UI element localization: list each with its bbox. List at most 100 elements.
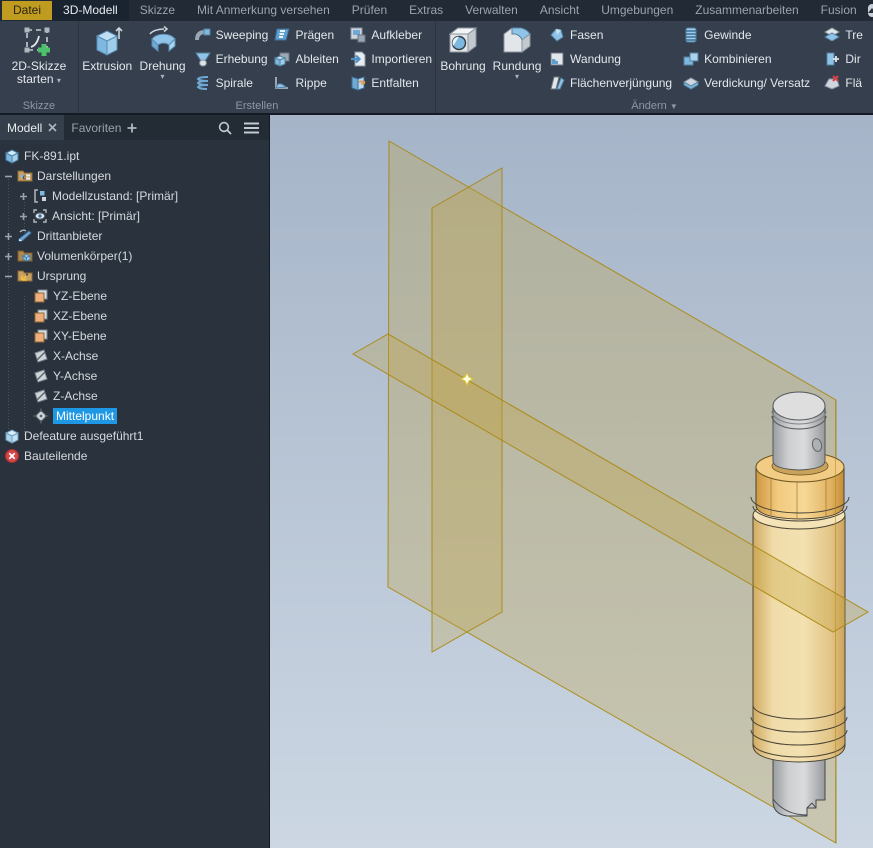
tree-item-xz-ebene[interactable]: XZ-Ebene — [0, 306, 269, 326]
verdickung-versatz-button[interactable]: Verdickung/ Versatz — [678, 71, 819, 95]
tree-item-volumenkoerper[interactable]: Volumenkörper(1) — [0, 246, 269, 266]
fasen-button[interactable]: Fasen — [544, 23, 678, 47]
kombinieren-button[interactable]: Kombinieren — [678, 47, 819, 71]
tree-item-z-achse[interactable]: Z-Achse — [0, 386, 269, 406]
close-icon[interactable] — [48, 123, 57, 132]
group-label-erstellen: Erstellen — [235, 100, 279, 112]
ribbon: 2D-Skizze starten ▾ Skizze Extrusion Dre… — [0, 21, 873, 115]
wandung-label: Wandung — [570, 52, 621, 66]
dropdown-caret-icon: ▾ — [515, 72, 520, 81]
tab-fusion[interactable]: Fusion — [810, 0, 868, 21]
tree-item-ansicht[interactable]: Ansicht: [Primär] — [0, 206, 269, 226]
tree-item-darstellungen[interactable]: Darstellungen — [0, 166, 269, 186]
tab-verwalten[interactable]: Verwalten — [454, 0, 529, 21]
tree-item-label: X-Achse — [53, 349, 99, 363]
rippe-button[interactable]: Rippe — [269, 71, 345, 95]
tab-skizze[interactable]: Skizze — [129, 0, 186, 21]
3d-viewport[interactable] — [270, 115, 873, 848]
tree-item-y-achse[interactable]: Y-Achse — [0, 366, 269, 386]
third-party-icon — [17, 228, 33, 244]
search-icon[interactable] — [218, 121, 232, 135]
browser-tab-modell[interactable]: Modell — [0, 115, 65, 140]
tree-item-document[interactable]: FK-891.ipt — [0, 146, 269, 166]
verdickung-versatz-icon — [682, 74, 700, 92]
tree-item-yz-ebene[interactable]: YZ-Ebene — [0, 286, 269, 306]
file-menu-button[interactable]: Datei — [2, 1, 53, 20]
end-of-part-icon — [4, 448, 20, 464]
tree-item-defeature[interactable]: Defeature ausgeführt1 — [0, 426, 269, 446]
praegen-icon — [273, 26, 291, 44]
start-2d-sketch-button[interactable]: 2D-Skizze starten ▾ — [8, 21, 71, 86]
tree-item-drittanbieter[interactable]: Drittanbieter — [0, 226, 269, 246]
representations-folder-icon — [17, 168, 33, 184]
tab-zusammenarbeiten[interactable]: Zusammenarbeiten — [684, 0, 809, 21]
tab-umgebungen[interactable]: Umgebungen — [590, 0, 684, 21]
entfalten-button[interactable]: Entfalten — [345, 71, 435, 95]
sweeping-button[interactable]: Sweeping — [190, 23, 270, 47]
trennen-icon — [823, 26, 841, 44]
tree-item-bauteilende[interactable]: Bauteilende — [0, 446, 269, 466]
add-tab-icon[interactable] — [127, 123, 137, 133]
center-point-icon — [33, 408, 49, 424]
tree-item-xy-ebene[interactable]: XY-Ebene — [0, 326, 269, 346]
expand-expander-icon[interactable] — [19, 192, 28, 201]
expand-expander-icon[interactable] — [4, 232, 13, 241]
tree-item-x-achse[interactable]: X-Achse — [0, 346, 269, 366]
inventor-window: Datei 3D-Modell Skizze Mit Anmerkung ver… — [0, 0, 873, 848]
flaechenverjuengung-button[interactable]: Flächenverjüngung — [544, 71, 678, 95]
bohrung-label: Bohrung — [440, 59, 486, 73]
rippe-icon — [273, 74, 291, 92]
expand-expander-icon[interactable] — [19, 212, 28, 221]
ribbon-group-skizze: 2D-Skizze starten ▾ Skizze — [0, 21, 79, 113]
tree-item-modellzustand[interactable]: Modellzustand: [Primär] — [0, 186, 269, 206]
ableiten-button[interactable]: Ableiten — [269, 47, 345, 71]
trennen-button[interactable]: Tre — [819, 23, 873, 47]
spirale-button[interactable]: Spirale — [190, 71, 270, 95]
direkt-button[interactable]: Dir — [819, 47, 873, 71]
tab-extras[interactable]: Extras — [398, 0, 454, 21]
kombinieren-label: Kombinieren — [704, 52, 772, 66]
importieren-label: Importieren — [371, 52, 433, 66]
aufkleber-icon — [349, 26, 367, 44]
ribbon-collapse-button[interactable] — [867, 4, 873, 17]
collapse-expander-icon[interactable] — [4, 172, 13, 181]
hamburger-menu-icon[interactable] — [244, 122, 259, 134]
work-axis-icon — [33, 388, 49, 404]
tab-ansicht[interactable]: Ansicht — [529, 0, 590, 21]
start-2d-label-line1: 2D-Skizze — [11, 59, 67, 73]
entfalten-label: Entfalten — [371, 76, 419, 90]
part-main-cylinder[interactable] — [752, 514, 846, 763]
ribbon-tab-bar: Datei 3D-Modell Skizze Mit Anmerkung ver… — [0, 0, 873, 21]
gewinde-button[interactable]: Gewinde — [678, 23, 819, 47]
bohrung-button[interactable]: Bohrung — [436, 21, 490, 73]
tree-item-mittelpunkt[interactable]: Mittelpunkt — [0, 406, 269, 426]
praegen-button[interactable]: Prägen — [269, 23, 345, 47]
aufkleber-button[interactable]: Aufkleber — [345, 23, 435, 47]
drehung-button[interactable]: Drehung ▾ — [136, 21, 190, 81]
collapse-expander-icon[interactable] — [4, 272, 13, 281]
tree-item-label: Volumenkörper(1) — [37, 249, 133, 263]
erhebung-button[interactable]: Erhebung — [190, 47, 270, 71]
extrusion-icon — [91, 24, 123, 60]
expand-expander-icon[interactable] — [4, 252, 13, 261]
tree-item-ursprung[interactable]: Ursprung — [0, 266, 269, 286]
direkt-icon — [823, 50, 841, 68]
rundung-button[interactable]: Rundung ▾ — [490, 21, 544, 81]
wandung-icon — [548, 50, 566, 68]
tree-item-label: Drittanbieter — [37, 229, 103, 243]
browser-tab-favoriten[interactable]: Favoriten — [64, 115, 144, 140]
ableiten-icon — [273, 50, 291, 68]
group-caret-icon: ▼ — [669, 102, 678, 111]
tab-pruefen[interactable]: Prüfen — [341, 0, 398, 21]
extrusion-button[interactable]: Extrusion — [79, 21, 136, 73]
tab-anmerkung[interactable]: Mit Anmerkung versehen — [186, 0, 341, 21]
verdickung-versatz-label: Verdickung/ Versatz — [704, 76, 811, 90]
flaeche-button[interactable]: Flä — [819, 71, 873, 95]
wandung-button[interactable]: Wandung — [544, 47, 678, 71]
extrusion-label: Extrusion — [82, 59, 133, 73]
tree-item-label: Mittelpunkt — [53, 408, 118, 424]
tab-3d-modell[interactable]: 3D-Modell — [52, 0, 129, 21]
aufkleber-label: Aufkleber — [371, 28, 423, 42]
importieren-button[interactable]: Importieren — [345, 47, 435, 71]
entfalten-icon — [349, 74, 367, 92]
